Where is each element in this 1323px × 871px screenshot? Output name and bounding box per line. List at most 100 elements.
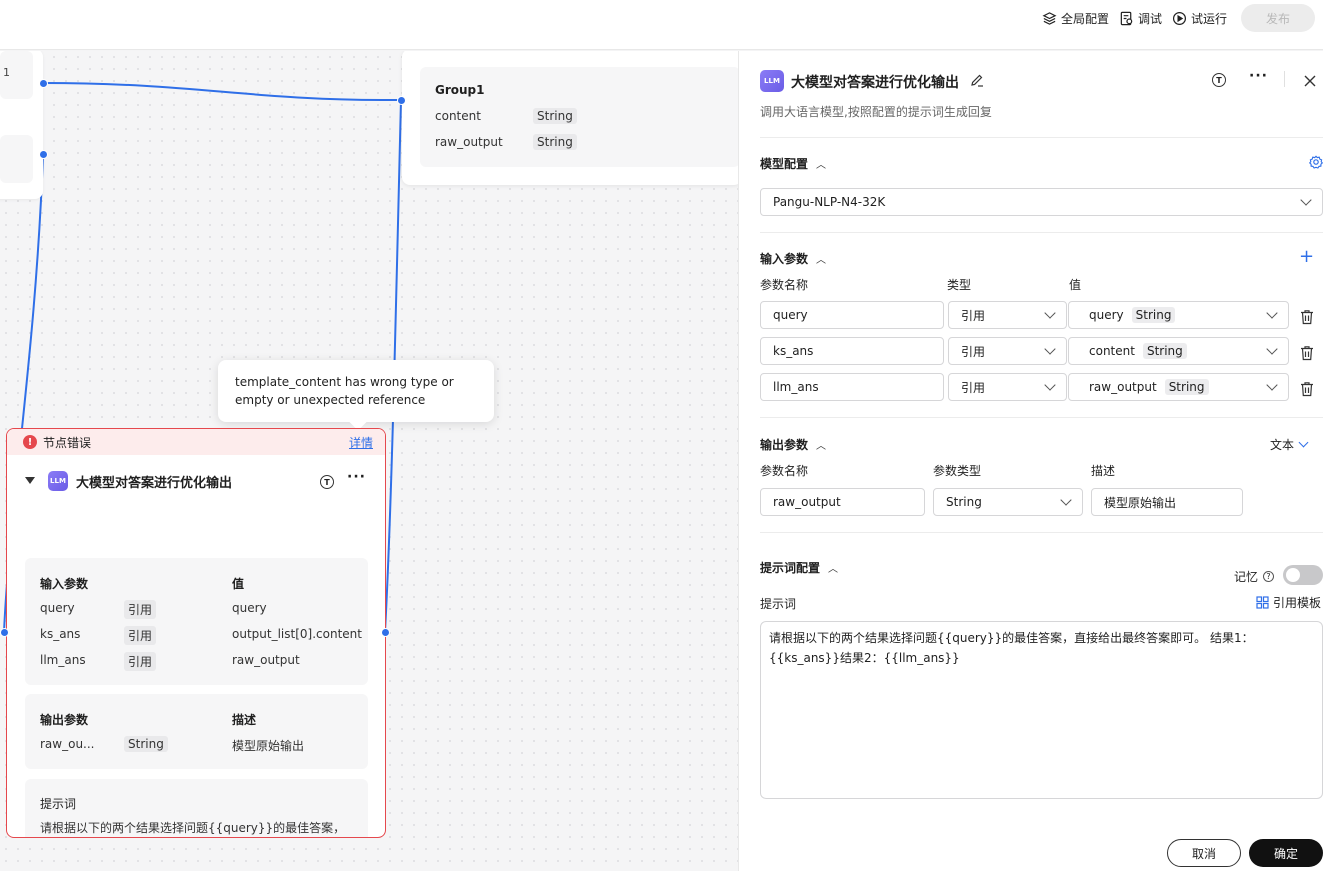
node-input-section: 输入参数 值 query 引用 query ks_ans 引用 output_l… — [25, 558, 368, 685]
text-mode-icon[interactable]: T — [1212, 73, 1226, 87]
header-divider — [1284, 71, 1285, 87]
param-value: content — [1089, 344, 1135, 358]
workflow-canvas[interactable]: 1 Group1 content String raw_output Strin… — [0, 51, 738, 871]
group-row-type: String — [533, 108, 577, 124]
play-circle-icon — [1172, 11, 1187, 25]
param-value-select[interactable]: query String — [1068, 301, 1289, 329]
input-row-value: raw_output — [232, 653, 300, 667]
output-type-select[interactable]: String — [933, 488, 1083, 516]
param-name-value: query — [773, 308, 808, 322]
llm-icon: LLM — [760, 70, 784, 92]
param-value-select[interactable]: content String — [1068, 337, 1289, 365]
chevron-up-icon: ︿ — [816, 441, 827, 452]
input-row-value: output_list[0].content — [232, 627, 362, 641]
use-template-button[interactable]: 引用模板 — [1256, 594, 1321, 611]
output-header: 输出参数 — [40, 713, 89, 727]
input-port[interactable] — [0, 628, 9, 637]
group-node-body: Group1 content String raw_output String — [420, 67, 738, 167]
col-value: 值 — [1069, 278, 1082, 292]
delete-icon[interactable] — [1300, 345, 1314, 361]
model-select[interactable]: Pangu-NLP-N4-32K — [760, 188, 1323, 216]
output-format-value: 文本 — [1270, 438, 1295, 452]
trial-run-button[interactable]: 试运行 — [1172, 10, 1227, 27]
output-format-select[interactable]: 文本 — [1270, 436, 1309, 453]
node-prompt-section: 提示词 请根据以下的两个结果选择问题{{query}}的最佳答案，直接给出最终答… — [25, 779, 368, 837]
cancel-button[interactable]: 取消 — [1167, 839, 1241, 867]
group-row-name: raw_output — [435, 135, 503, 149]
input-row-name: ks_ans — [40, 627, 81, 641]
output-port[interactable] — [39, 150, 48, 159]
debug-label: 调试 — [1137, 11, 1162, 26]
input-row-value: query — [232, 601, 267, 615]
edit-icon[interactable] — [970, 73, 984, 87]
output-name-input[interactable]: raw_output — [760, 488, 925, 516]
param-value-select[interactable]: raw_output String — [1068, 373, 1289, 401]
panel-description: 调用大语言模型,按照配置的提示词生成回复 — [760, 105, 992, 119]
more-icon[interactable]: ··· — [1249, 68, 1268, 84]
group-row-name: content — [435, 109, 481, 123]
upstream-node-number: 1 — [3, 66, 10, 79]
output-port[interactable] — [381, 628, 390, 637]
col-desc: 描述 — [1091, 464, 1116, 478]
chevron-down-icon — [1044, 343, 1056, 355]
close-icon[interactable] — [1304, 75, 1316, 87]
memory-toggle[interactable] — [1283, 565, 1323, 585]
global-config-button[interactable]: 全局配置 — [1042, 10, 1109, 27]
llm-node-error[interactable]: ! 节点错误 详情 LLM 大模型对答案进行优化输出 T ··· 输入参数 值 … — [6, 428, 386, 838]
input-section-header[interactable]: 输入参数 ︿ — [760, 250, 826, 267]
memory-label: 记忆 — [1234, 570, 1259, 584]
help-icon[interactable]: ? — [1263, 571, 1275, 582]
output-port[interactable] — [39, 79, 48, 88]
group-node[interactable]: Group1 content String raw_output String — [402, 51, 738, 185]
layers-icon — [1042, 11, 1057, 25]
input-row-kind: 引用 — [124, 600, 157, 619]
param-type-select[interactable]: 引用 — [948, 337, 1067, 365]
prompt-textarea[interactable]: 请根据以下的两个结果选择问题{{query}}的最佳答案，直接给出最终答案即可。… — [760, 621, 1323, 799]
prompt-header: 提示词 — [40, 797, 77, 811]
delete-icon[interactable] — [1300, 309, 1314, 325]
value-header: 值 — [232, 577, 245, 591]
input-port[interactable] — [397, 96, 406, 105]
output-desc-input[interactable]: 模型原始输出 — [1091, 488, 1243, 516]
param-name-input[interactable]: query — [760, 301, 944, 329]
node-error-bar: ! 节点错误 详情 — [7, 429, 385, 455]
param-name-input[interactable]: ks_ans — [760, 337, 944, 365]
prompt-section-header[interactable]: 提示词配置 ︿ — [760, 559, 838, 576]
chevron-up-icon: ︿ — [828, 564, 839, 575]
col-type: 类型 — [947, 278, 972, 292]
output-section-header[interactable]: 输出参数 ︿ — [760, 436, 826, 453]
input-section-title: 输入参数 — [760, 252, 809, 266]
error-details-link[interactable]: 详情 — [349, 434, 373, 451]
confirm-button[interactable]: 确定 — [1249, 839, 1323, 867]
param-type-value: 引用 — [961, 308, 986, 323]
publish-button[interactable]: 发布 — [1241, 4, 1315, 32]
output-section-title: 输出参数 — [760, 438, 809, 452]
chevron-down-icon — [1266, 379, 1278, 391]
chevron-down-icon — [1266, 343, 1278, 355]
group-row-type: String — [533, 134, 577, 150]
group-node-title: Group1 — [435, 83, 485, 97]
more-icon[interactable]: ··· — [347, 469, 366, 485]
model-section-title: 模型配置 — [760, 157, 809, 171]
divider — [760, 137, 1323, 138]
chevron-down-icon — [1044, 307, 1056, 319]
debug-button[interactable]: 调试 — [1119, 10, 1162, 27]
memory-label-group: 记忆 ? — [1234, 568, 1275, 585]
model-section-header[interactable]: 模型配置 ︿ — [760, 155, 826, 172]
col-param-name: 参数名称 — [760, 278, 809, 292]
param-type-select[interactable]: 引用 — [948, 301, 1067, 329]
node-error-label: 节点错误 — [43, 435, 92, 450]
param-type-select[interactable]: 引用 — [948, 373, 1067, 401]
upstream-node[interactable]: 1 — [0, 51, 43, 199]
input-row-name: llm_ans — [40, 653, 86, 667]
settings-gear-icon[interactable] — [1309, 155, 1323, 169]
text-mode-icon[interactable]: T — [320, 475, 334, 489]
collapse-caret-icon[interactable] — [25, 477, 35, 484]
prompt-text: 请根据以下的两个结果选择问题{{query}}的最佳答案，直接给出最终答案即可。… — [40, 821, 346, 835]
chevron-down-icon — [1266, 307, 1278, 319]
use-template-label: 引用模板 — [1273, 596, 1322, 610]
param-name-input[interactable]: llm_ans — [760, 373, 944, 401]
delete-icon[interactable] — [1300, 381, 1314, 397]
add-param-icon[interactable]: + — [1299, 248, 1314, 266]
param-name-value: ks_ans — [773, 344, 814, 358]
